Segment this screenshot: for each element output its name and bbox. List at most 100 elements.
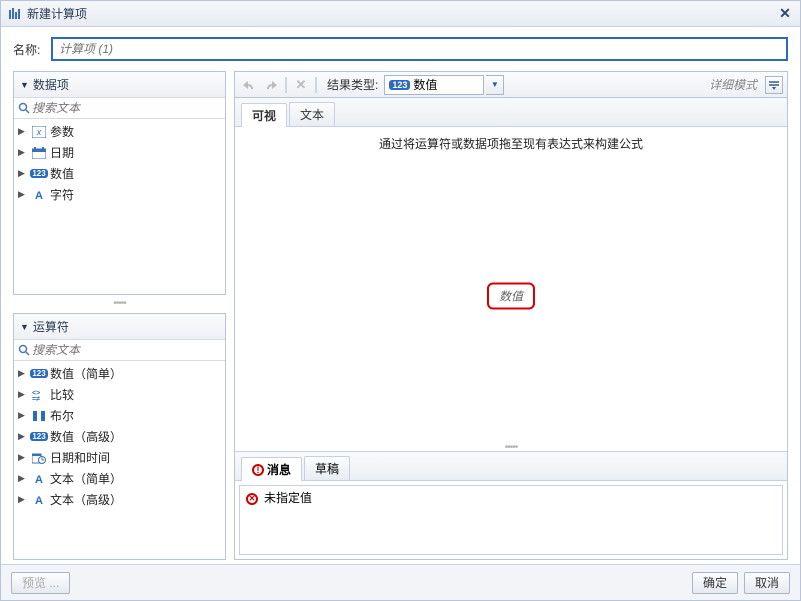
- message-row[interactable]: ✕ 未指定值: [240, 486, 782, 509]
- tree-label: 参数: [50, 123, 74, 140]
- tree-label: 日期和时间: [50, 449, 110, 466]
- error-icon: !: [252, 464, 264, 476]
- expand-icon: ▶: [18, 147, 28, 158]
- svg-text:=≠: =≠: [32, 396, 40, 401]
- expand-icon: ▶: [18, 431, 28, 442]
- messages-tabs: ! 消息 草稿: [235, 452, 787, 481]
- tree-item-num-adv[interactable]: ▶ 123 数值（高级）: [14, 426, 225, 447]
- result-type-label: 结果类型:: [327, 76, 378, 93]
- svg-text:A: A: [35, 474, 43, 485]
- tree-item-numeric[interactable]: ▶ 123 数值: [14, 163, 225, 184]
- expression-drop-target[interactable]: 数值: [487, 282, 535, 309]
- main-area: ▼ 数据项 ▶ x 参数: [13, 71, 788, 560]
- result-type-display: 123 数值: [384, 75, 484, 95]
- numeric-icon: 123: [31, 430, 47, 444]
- collapse-icon: ▼: [20, 322, 29, 332]
- expand-icon: ▶: [18, 126, 28, 137]
- tree-item-date[interactable]: ▶ 日期: [14, 142, 225, 163]
- delete-button[interactable]: ✕: [291, 75, 311, 95]
- text-icon: A: [31, 472, 47, 486]
- tab-visual[interactable]: 可视: [241, 103, 287, 127]
- tree-item-num-simple[interactable]: ▶ 123 数值（简单）: [14, 363, 225, 384]
- toolbar-menu-button[interactable]: [765, 76, 783, 94]
- detail-mode-link[interactable]: 详细模式: [709, 76, 757, 93]
- svg-text:A: A: [35, 190, 43, 201]
- left-splitter[interactable]: [13, 301, 226, 307]
- tree-item-text-simple[interactable]: ▶ A 文本（简单）: [14, 468, 225, 489]
- param-icon: x: [31, 125, 47, 139]
- expand-icon: ▶: [18, 410, 28, 421]
- tree-item-datetime[interactable]: ▶ 日期和时间: [14, 447, 225, 468]
- expression-canvas[interactable]: 通过将运算符或数据项拖至现有表达式来构建公式 数值: [235, 127, 787, 445]
- close-button[interactable]: ✕: [776, 5, 794, 22]
- window-title: 新建计算项: [27, 5, 776, 22]
- operators-title: 运算符: [33, 318, 69, 335]
- compare-icon: <>=≠: [31, 388, 47, 402]
- titlebar: 新建计算项 ✕: [1, 1, 800, 27]
- tab-messages[interactable]: ! 消息: [241, 457, 302, 481]
- expression-tabs: 可视 文本: [235, 98, 787, 127]
- tab-messages-label: 消息: [267, 461, 291, 478]
- char-icon: A: [31, 188, 47, 202]
- error-icon: ✕: [246, 490, 258, 505]
- expand-icon: ▶: [18, 168, 28, 179]
- date-icon: [31, 146, 47, 160]
- tree-label: 文本（简单）: [50, 470, 122, 487]
- footer: 预览 ... 确定 取消: [1, 564, 800, 600]
- bool-icon: [31, 409, 47, 423]
- tree-label: 比较: [50, 386, 74, 403]
- expand-icon: ▶: [18, 189, 28, 200]
- tree-label: 布尔: [50, 407, 74, 424]
- result-type-dropdown[interactable]: ▼: [486, 75, 504, 95]
- tree-label: 数值: [50, 165, 74, 182]
- operators-search-input[interactable]: [32, 343, 221, 357]
- search-icon: [18, 344, 30, 356]
- data-items-search-input[interactable]: [32, 101, 221, 115]
- operators-header[interactable]: ▼ 运算符: [14, 314, 225, 340]
- operators-tree: ▶ 123 数值（简单） ▶ <>=≠ 比较 ▶ 布尔: [14, 361, 225, 559]
- cancel-button[interactable]: 取消: [744, 572, 790, 594]
- numeric-icon: 123: [31, 367, 47, 381]
- expression-splitter[interactable]: [235, 445, 787, 451]
- name-label: 名称:: [13, 41, 51, 58]
- expand-icon: ▶: [18, 389, 28, 400]
- data-items-search: [14, 98, 225, 119]
- tree-item-bool[interactable]: ▶ 布尔: [14, 405, 225, 426]
- tree-label: 日期: [50, 144, 74, 161]
- undo-button[interactable]: [239, 75, 259, 95]
- data-items-header[interactable]: ▼ 数据项: [14, 72, 225, 98]
- name-row: 名称:: [13, 37, 788, 61]
- tab-draft[interactable]: 草稿: [304, 456, 350, 480]
- name-input[interactable]: [51, 37, 788, 61]
- message-text: 未指定值: [264, 489, 312, 506]
- operators-search: [14, 340, 225, 361]
- dialog: 新建计算项 ✕ 名称: ▼ 数据项: [0, 0, 801, 601]
- ok-button[interactable]: 确定: [692, 572, 738, 594]
- tree-item-param[interactable]: ▶ x 参数: [14, 121, 225, 142]
- datetime-icon: [31, 451, 47, 465]
- result-type-value: 数值: [413, 76, 479, 93]
- text-icon: A: [31, 493, 47, 507]
- tree-item-text-adv[interactable]: ▶ A 文本（高级）: [14, 489, 225, 510]
- messages-list: ✕ 未指定值: [239, 485, 783, 555]
- redo-button[interactable]: [261, 75, 281, 95]
- expand-icon: ▶: [18, 494, 28, 505]
- messages-panel: ! 消息 草稿 ✕ 未指定值: [235, 451, 787, 559]
- tree-item-char[interactable]: ▶ A 字符: [14, 184, 225, 205]
- expression-body: 通过将运算符或数据项拖至现有表达式来构建公式 数值 ! 消息: [235, 127, 787, 559]
- data-items-panel: ▼ 数据项 ▶ x 参数: [13, 71, 226, 295]
- app-icon: [7, 6, 23, 22]
- numeric-icon: 123: [31, 167, 47, 181]
- operators-panel: ▼ 运算符 ▶ 123 数值（简单）: [13, 313, 226, 560]
- right-column: ✕ 结果类型: 123 数值 ▼ 详细模式 可视 文本: [234, 71, 788, 560]
- search-icon: [18, 102, 30, 114]
- separator: [285, 77, 287, 93]
- svg-text:A: A: [35, 495, 43, 506]
- tree-item-compare[interactable]: ▶ <>=≠ 比较: [14, 384, 225, 405]
- tree-label: 数值（简单）: [50, 365, 122, 382]
- tab-draft-label: 草稿: [315, 460, 339, 477]
- preview-button[interactable]: 预览 ...: [11, 572, 70, 594]
- tab-text[interactable]: 文本: [289, 102, 335, 126]
- expression-hint: 通过将运算符或数据项拖至现有表达式来构建公式: [235, 127, 787, 160]
- tree-label: 数值（高级）: [50, 428, 122, 445]
